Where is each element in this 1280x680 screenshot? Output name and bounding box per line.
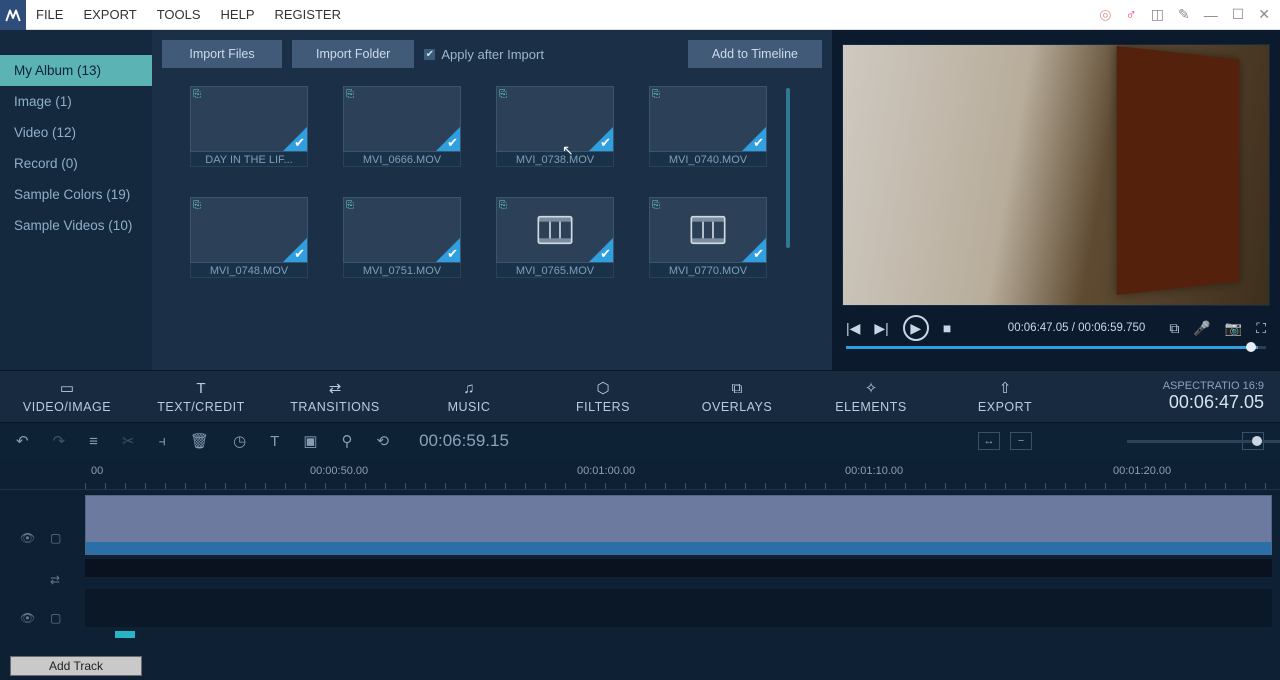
marker-icon[interactable]: ⚲ xyxy=(342,432,353,450)
split-icon[interactable]: ⫞ xyxy=(159,433,167,450)
timeline[interactable]: 00 00:00:50.00 00:01:00.00 00:01:10.00 0… xyxy=(0,459,1280,680)
marker-track[interactable] xyxy=(85,631,1272,639)
rotate-icon[interactable]: ⟲ xyxy=(377,432,390,450)
tab-export[interactable]: ⇧EXPORT xyxy=(938,371,1072,422)
tab-text-credit[interactable]: TTEXT/CREDIT xyxy=(134,371,268,422)
media-pane: Import Files Import Folder ✔Apply after … xyxy=(152,30,832,370)
help-icon[interactable]: ◎ xyxy=(1099,6,1111,23)
menu-file[interactable]: FILE xyxy=(26,0,73,30)
preview-panel: |◀ ▶| ▶ ■ 00:06:47.05 / 00:06:59.750 ⧉ 🎤… xyxy=(832,30,1280,370)
menu-tools[interactable]: TOOLS xyxy=(147,0,211,30)
list-icon[interactable]: ≡ xyxy=(89,433,98,450)
zoom-out-icon[interactable]: − xyxy=(1010,432,1032,450)
media-thumb[interactable]: ⎘✔MVI_0748.MOV xyxy=(190,197,308,278)
app-icon xyxy=(0,0,26,30)
sidebar-item-my-album[interactable]: My Album (13) xyxy=(0,55,152,86)
preview-total-time: 00:06:59.750 xyxy=(1078,322,1145,334)
crop-icon[interactable]: ▣ xyxy=(303,432,317,450)
media-thumb-label: MVI_0770.MOV xyxy=(649,263,767,278)
menubar: FILE EXPORT TOOLS HELP REGISTER ◎ ♂ ◫ ✎ … xyxy=(0,0,1280,30)
transition-lane-icon[interactable]: ⇄ xyxy=(50,573,60,587)
media-thumb-label: MVI_0765.MOV xyxy=(496,263,614,278)
sidebar: My Album (13) Image (1) Video (12) Recor… xyxy=(0,30,152,370)
sidebar-item-video[interactable]: Video (12) xyxy=(0,117,152,148)
tab-transitions[interactable]: ⇄TRANSITIONS xyxy=(268,371,402,422)
edit-icon[interactable]: ✎ xyxy=(1178,6,1190,23)
snapshot-rect-icon[interactable]: ⧉ xyxy=(1169,320,1179,337)
media-thumb-label: MVI_0666.MOV xyxy=(343,152,461,167)
media-thumb-label: DAY IN THE LIF... xyxy=(190,152,308,167)
media-thumb-label: MVI_0751.MOV xyxy=(343,263,461,278)
lock-icon[interactable]: ▢ xyxy=(50,531,61,545)
menu-help[interactable]: HELP xyxy=(211,0,265,30)
fullscreen-icon[interactable]: ⛶ xyxy=(1256,320,1266,337)
sidebar-item-sample-videos[interactable]: Sample Videos (10) xyxy=(0,210,152,241)
apply-after-import-checkbox[interactable]: ✔Apply after Import xyxy=(424,47,544,62)
prev-frame-icon[interactable]: |◀ xyxy=(846,320,860,337)
redo-icon[interactable]: ↷ xyxy=(53,432,66,450)
menu-export[interactable]: EXPORT xyxy=(73,0,146,30)
import-folder-button[interactable]: Import Folder xyxy=(292,40,414,68)
overlay-track[interactable] xyxy=(85,589,1272,627)
timeline-position-label: 00:06:47.05 xyxy=(1169,392,1264,413)
clock-icon[interactable]: ◷ xyxy=(233,432,246,450)
add-to-timeline-button[interactable]: Add to Timeline xyxy=(688,40,822,68)
preview-progress[interactable] xyxy=(846,346,1266,349)
tab-overlays[interactable]: ⧉OVERLAYS xyxy=(670,371,804,422)
media-thumb-label: MVI_0738.MOV xyxy=(496,152,614,167)
mic-icon[interactable]: 🎤 xyxy=(1193,320,1210,337)
window-minimize-icon[interactable]: — xyxy=(1204,7,1218,23)
apply-after-import-label: Apply after Import xyxy=(441,47,544,62)
visibility-icon[interactable]: 👁 xyxy=(20,531,35,545)
media-thumb-label: MVI_0740.MOV xyxy=(649,152,767,167)
cut-icon[interactable]: ✂ xyxy=(122,432,135,450)
media-thumb[interactable]: ⎘✔MVI_0770.MOV xyxy=(649,197,767,278)
media-thumb[interactable]: ⎘✔MVI_0666.MOV xyxy=(343,86,461,167)
tab-video-image[interactable]: ▭VIDEO/IMAGE xyxy=(0,371,134,422)
media-thumb-label: MVI_0748.MOV xyxy=(190,263,308,278)
sidebar-item-image[interactable]: Image (1) xyxy=(0,86,152,117)
delete-icon[interactable]: 🗑 xyxy=(190,432,209,450)
tab-elements[interactable]: ✧ELEMENTS xyxy=(804,371,938,422)
preview-image xyxy=(842,44,1270,306)
zoom-slider[interactable] xyxy=(1127,440,1280,443)
tab-music[interactable]: ♫MUSIC xyxy=(402,371,536,422)
zoom-fit-icon[interactable]: ↔ xyxy=(978,432,1000,450)
undo-icon[interactable]: ↶ xyxy=(16,432,29,450)
visibility2-icon[interactable]: 👁 xyxy=(20,611,35,625)
add-track[interactable]: Add Track xyxy=(10,656,142,676)
edit-timecode: 00:06:59.15 xyxy=(419,431,509,451)
sidebar-item-record[interactable]: Record (0) xyxy=(0,148,152,179)
edit-toolbar: ↶ ↷ ≡ ✂ ⫞ 🗑 ◷ T ▣ ⚲ ⟲ 00:06:59.15 ↔ − + xyxy=(0,423,1280,459)
next-frame-icon[interactable]: ▶| xyxy=(874,320,888,337)
import-files-button[interactable]: Import Files xyxy=(162,40,282,68)
add-track-button[interactable]: Add Track xyxy=(10,656,142,676)
media-thumb[interactable]: ⎘✔MVI_0765.MOV xyxy=(496,197,614,278)
layout-icon[interactable]: ◫ xyxy=(1151,6,1164,23)
text-icon[interactable]: T xyxy=(270,433,279,450)
preview-current-time: 00:06:47.05 xyxy=(1008,322,1069,334)
sidebar-item-sample-colors[interactable]: Sample Colors (19) xyxy=(0,179,152,210)
media-thumb[interactable]: ⎘✔MVI_0738.MOV xyxy=(496,86,614,167)
transition-track[interactable] xyxy=(85,559,1272,577)
play-button[interactable]: ▶ xyxy=(903,315,929,341)
gender-icon[interactable]: ♂ xyxy=(1125,6,1136,23)
camera-icon[interactable]: 📷 xyxy=(1225,320,1242,337)
window-maximize-icon[interactable]: ☐ xyxy=(1232,6,1245,23)
module-tabs: ▭VIDEO/IMAGETTEXT/CREDIT⇄TRANSITIONS♫MUS… xyxy=(0,370,1280,423)
media-thumb[interactable]: ⎘✔MVI_0751.MOV xyxy=(343,197,461,278)
aspect-ratio-label: ASPECTRATIO 16:9 xyxy=(1163,380,1264,392)
media-thumb[interactable]: ⎘✔DAY IN THE LIF... xyxy=(190,86,308,167)
menu-register[interactable]: REGISTER xyxy=(265,0,351,30)
tab-filters[interactable]: ⬡FILTERS xyxy=(536,371,670,422)
media-thumb[interactable]: ⎘✔MVI_0740.MOV xyxy=(649,86,767,167)
stop-button[interactable]: ■ xyxy=(943,320,951,336)
window-close-icon[interactable]: ✕ xyxy=(1258,6,1270,23)
lock2-icon[interactable]: ▢ xyxy=(50,611,61,625)
scrollbar[interactable] xyxy=(786,88,790,248)
video-track[interactable] xyxy=(85,495,1272,555)
